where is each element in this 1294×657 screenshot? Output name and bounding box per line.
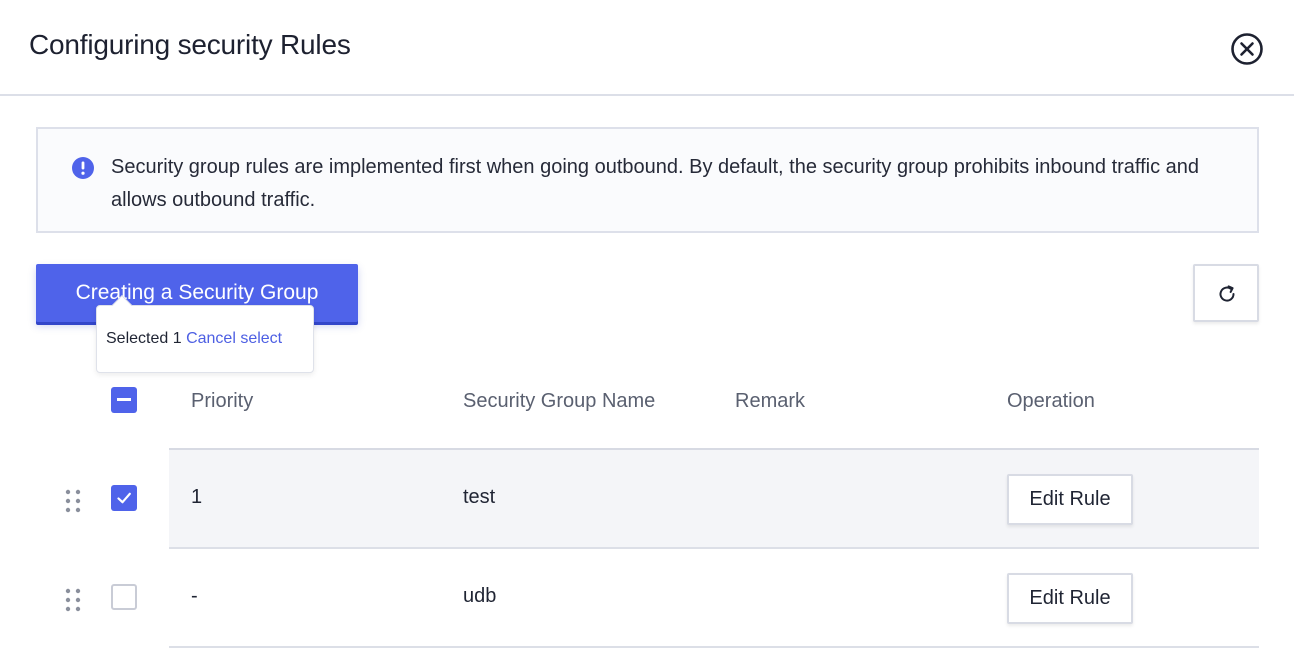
row-checkbox[interactable] <box>111 584 137 610</box>
table-row: - udb Edit Rule <box>0 549 1294 648</box>
select-all-checkbox[interactable] <box>111 387 137 413</box>
name-cell: test <box>463 486 496 508</box>
selected-count: Selected 1 <box>106 330 182 347</box>
refresh-button[interactable] <box>1193 264 1259 322</box>
row-divider <box>169 646 1259 648</box>
priority-cell: - <box>191 585 198 607</box>
notice-text: Security group rules are implemented fir… <box>111 156 1200 211</box>
table-row: 1 test Edit Rule <box>0 450 1294 549</box>
selection-tooltip: Selected 1 Cancel select <box>96 295 314 373</box>
drag-handle-icon[interactable] <box>63 488 85 514</box>
drag-handle-icon[interactable] <box>63 587 85 613</box>
edit-rule-button[interactable]: Edit Rule <box>1007 474 1133 525</box>
security-groups-table: Priority Security Group Name Remark Oper… <box>0 376 1294 657</box>
row-checkbox[interactable] <box>111 485 137 511</box>
column-operation: Operation <box>1007 390 1095 412</box>
name-cell: udb <box>463 585 497 607</box>
table-header: Priority Security Group Name Remark Oper… <box>0 376 1294 450</box>
selection-info: Selected 1 Cancel select <box>106 330 282 348</box>
info-circle-icon <box>72 157 94 179</box>
security-rules-dialog: Configuring security Rules Security grou… <box>0 0 1294 657</box>
priority-cell: 1 <box>191 486 203 508</box>
edit-rule-button[interactable]: Edit Rule <box>1007 573 1133 624</box>
dialog-title: Configuring security Rules <box>29 29 351 60</box>
dialog-header: Configuring security Rules <box>0 0 1294 96</box>
close-icon[interactable] <box>1230 32 1264 66</box>
info-notice: Security group rules are implemented fir… <box>36 127 1259 233</box>
check-icon <box>117 492 131 504</box>
column-security-group-name: Security Group Name <box>463 390 656 412</box>
refresh-icon <box>1219 285 1235 302</box>
column-priority: Priority <box>191 390 254 412</box>
cancel-select-link[interactable]: Cancel select <box>186 330 282 347</box>
column-remark: Remark <box>735 390 806 412</box>
